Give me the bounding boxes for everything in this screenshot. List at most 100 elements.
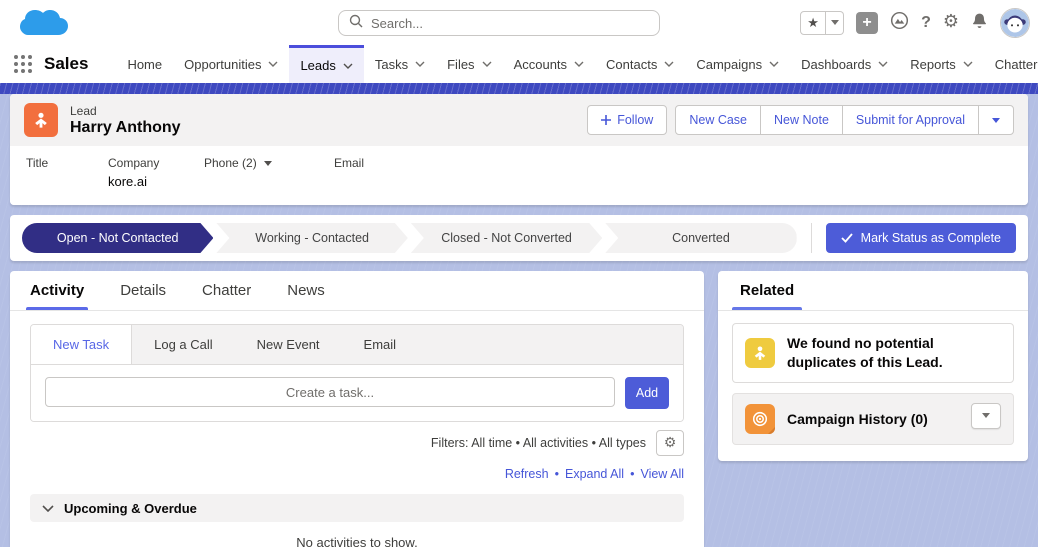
field-phone: Phone (2) <box>204 156 312 189</box>
composer-tab-log-a-call[interactable]: Log a Call <box>132 325 235 364</box>
caret-down-icon <box>830 20 839 25</box>
tab-news[interactable]: News <box>287 271 325 310</box>
bullet-separator: • <box>630 467 635 481</box>
nav-item-dashboards[interactable]: Dashboards <box>790 45 899 83</box>
trailhead-icon <box>891 11 909 29</box>
new-note-button[interactable]: New Note <box>760 105 843 135</box>
salesforce-logo-icon <box>20 9 68 37</box>
chevron-down-icon <box>343 63 353 69</box>
field-email: Email <box>334 156 365 170</box>
nav-item-chatter[interactable]: Chatter <box>984 45 1038 83</box>
chevron-down-icon <box>574 61 584 67</box>
caret-down-icon <box>982 413 990 419</box>
path-stage-closed[interactable]: Closed - Not Converted <box>411 223 602 253</box>
astro-avatar-icon <box>1001 8 1029 37</box>
global-actions-button[interactable]: + <box>856 11 879 34</box>
refresh-link[interactable]: Refresh <box>505 467 549 481</box>
nav-item-campaigns[interactable]: Campaigns <box>685 45 790 83</box>
sales-path: Open - Not Contacted Working - Contacted… <box>10 215 1028 261</box>
activity-empty-state: No activities to show. Get started by se… <box>10 535 704 547</box>
nav-item-accounts[interactable]: Accounts <box>503 45 595 83</box>
filters-summary: Filters: All time • All activities • All… <box>430 436 646 450</box>
nav-item-tasks[interactable]: Tasks <box>364 45 436 83</box>
upcoming-overdue-section[interactable]: Upcoming & Overdue <box>30 494 684 522</box>
notifications-button[interactable] <box>971 12 988 34</box>
lead-entity-icon <box>24 103 58 137</box>
question-mark-icon: ? <box>921 13 931 31</box>
favorites-star-button[interactable]: ★ <box>800 10 827 35</box>
chevron-down-icon <box>268 61 278 67</box>
chevron-down-icon <box>769 61 779 67</box>
chevron-down-icon <box>664 61 674 67</box>
composer-tab-email[interactable]: Email <box>342 325 419 364</box>
tab-activity[interactable]: Activity <box>25 271 89 310</box>
view-all-link[interactable]: View All <box>640 467 684 481</box>
activity-composer: New Task Log a Call New Event Email Add <box>30 324 684 422</box>
caret-down-icon <box>992 117 1000 123</box>
chevron-down-icon <box>878 61 888 67</box>
path-stage-open[interactable]: Open - Not Contacted <box>22 223 213 253</box>
duplicates-message: We found no potential duplicates of this… <box>787 335 943 370</box>
phone-dropdown[interactable]: Phone (2) <box>204 156 312 170</box>
add-task-button[interactable]: Add <box>625 377 669 409</box>
theme-banner <box>0 83 1038 94</box>
nav-item-opportunities[interactable]: Opportunities <box>173 45 289 83</box>
path-stage-working[interactable]: Working - Contacted <box>216 223 407 253</box>
global-header: ★ + ? ⚙ <box>0 0 1038 45</box>
create-task-input[interactable] <box>45 377 615 407</box>
entity-label: Lead <box>70 103 97 118</box>
tab-related[interactable]: Related <box>731 271 803 310</box>
chevron-down-icon <box>42 504 54 512</box>
help-button[interactable]: ? <box>921 14 931 32</box>
app-launcher-icon[interactable] <box>14 55 32 73</box>
user-avatar[interactable] <box>1000 7 1030 38</box>
search-icon <box>349 14 363 33</box>
field-company: Company kore.ai <box>108 156 160 189</box>
tab-details[interactable]: Details <box>120 271 166 310</box>
chevron-down-icon <box>482 61 492 67</box>
expand-all-link[interactable]: Expand All <box>565 467 624 481</box>
related-card: Related We found no potential duplicates… <box>718 271 1028 461</box>
composer-tab-new-task[interactable]: New Task <box>31 325 133 364</box>
guidance-center-button[interactable] <box>890 11 909 35</box>
star-icon: ★ <box>807 14 819 30</box>
plus-icon: + <box>862 13 872 31</box>
chevron-down-icon <box>415 61 425 67</box>
lead-highlights-card: Lead Harry Anthony Follow New Case New N… <box>10 94 1028 205</box>
app-name: Sales <box>44 54 89 73</box>
follow-button[interactable]: Follow <box>587 105 668 135</box>
nav-item-contacts[interactable]: Contacts <box>595 45 685 83</box>
nav-item-reports[interactable]: Reports <box>899 45 984 83</box>
new-case-button[interactable]: New Case <box>675 105 762 135</box>
gear-icon: ⚙ <box>942 11 959 32</box>
campaign-history-title: Campaign History (0) <box>787 410 928 427</box>
checkmark-icon <box>841 233 853 243</box>
nav-item-leads[interactable]: Leads <box>289 45 364 83</box>
record-tabs-card: Activity Details Chatter News New Task L… <box>10 271 704 547</box>
bullet-separator: • <box>554 467 559 481</box>
favorites-group: ★ <box>800 10 845 35</box>
page-content: Lead Harry Anthony Follow New Case New N… <box>0 94 1038 547</box>
plus-icon <box>601 115 612 125</box>
campaign-history-menu-button[interactable] <box>971 402 1001 429</box>
chevron-down-icon <box>963 61 973 67</box>
composer-tab-new-event[interactable]: New Event <box>235 325 342 364</box>
app-navbar: Sales Home Opportunities Leads Tasks Fil… <box>0 45 1038 83</box>
setup-button[interactable]: ⚙ <box>943 13 959 32</box>
duplicate-icon <box>745 337 775 368</box>
favorites-caret-button[interactable] <box>826 10 845 35</box>
search-input[interactable] <box>371 15 649 31</box>
submit-for-approval-button[interactable]: Submit for Approval <box>841 105 979 135</box>
duplicates-tile: We found no potential duplicates of this… <box>732 323 1014 383</box>
nav-item-home[interactable]: Home <box>116 45 173 83</box>
campaign-history-tile: Campaign History (0) <box>732 392 1014 445</box>
global-search[interactable] <box>338 10 660 36</box>
activity-filters-button[interactable]: ⚙ <box>656 430 684 456</box>
tab-chatter[interactable]: Chatter <box>202 271 251 310</box>
caret-down-icon <box>263 160 272 166</box>
nav-item-files[interactable]: Files <box>436 45 502 83</box>
mark-status-complete-button[interactable]: Mark Status as Complete <box>825 223 1016 253</box>
more-actions-button[interactable] <box>978 105 1014 135</box>
path-stage-converted[interactable]: Converted <box>605 223 797 253</box>
campaign-icon <box>745 403 775 434</box>
